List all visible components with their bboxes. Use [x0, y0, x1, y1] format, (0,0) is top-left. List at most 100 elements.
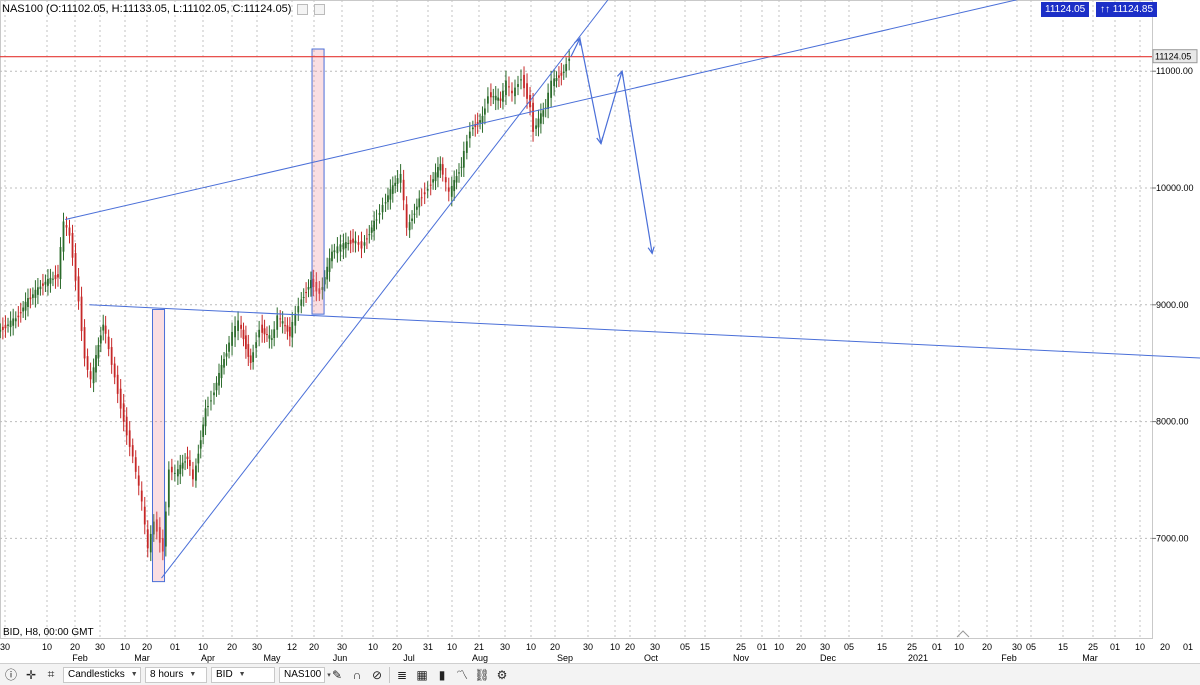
candle-body	[242, 329, 245, 340]
layout-grid-icon[interactable]: ▦	[414, 667, 430, 683]
magnet-icon[interactable]: ∩	[349, 667, 365, 683]
candle-body	[307, 286, 310, 290]
candle-body	[68, 227, 71, 236]
price-type-dropdown[interactable]: BID ▼	[211, 666, 275, 683]
price-label: 10000.00	[1156, 183, 1194, 193]
candle-body	[352, 238, 354, 243]
candle-body	[220, 364, 223, 379]
date-tick-label: 20	[309, 642, 319, 652]
candle-body	[465, 141, 468, 153]
candle-body	[54, 275, 57, 280]
legend-toggle-icon[interactable]	[297, 3, 309, 15]
candle-body	[17, 315, 20, 318]
legend-settings-icon[interactable]	[314, 3, 326, 15]
candle-body	[535, 125, 537, 129]
candle-body	[195, 465, 197, 481]
candle-body	[415, 206, 418, 210]
symbol-dropdown[interactable]: NAS100 ▾	[279, 666, 331, 683]
crop-icon[interactable]: ⌗	[43, 667, 59, 683]
price-label: 9000.00	[1156, 300, 1189, 310]
candle-body	[381, 204, 384, 213]
price-chart[interactable]: 11000.00 10000.00 9000.00 8000.00 7000.00 30 1…	[0, 0, 1200, 663]
ask-price-badge: ↑↑ 11124.85	[1096, 2, 1158, 17]
candle-body	[86, 356, 89, 370]
candle-body	[542, 110, 545, 117]
month-label: Sep	[557, 653, 573, 663]
chevron-down-icon: ▼	[189, 671, 197, 678]
candle-body	[568, 58, 571, 61]
month-label: Feb	[1001, 653, 1017, 663]
date-tick-label: 25	[736, 642, 746, 652]
candle-body	[333, 250, 336, 253]
candle-body	[263, 328, 266, 335]
candle-body	[444, 177, 447, 183]
price-label: 11000.00	[1156, 66, 1193, 76]
candle-body	[368, 234, 371, 236]
candle-body	[441, 164, 444, 175]
candle-body	[517, 84, 519, 87]
interval-dropdown[interactable]: 8 hours ▼	[145, 666, 207, 683]
date-tick-label: 01	[1183, 642, 1193, 652]
month-label: Dec	[820, 653, 837, 663]
candle-body	[204, 408, 207, 427]
candle-body	[218, 372, 220, 386]
candle-body	[391, 185, 394, 194]
candle-body	[288, 326, 291, 337]
candle-body	[270, 338, 273, 340]
date-tick-label: 20	[392, 642, 402, 652]
candle-body	[266, 334, 268, 336]
candle-body	[302, 297, 305, 299]
date-tick-label: 10	[368, 642, 378, 652]
link-icon[interactable]: ⛓	[474, 667, 490, 683]
candle-body	[39, 286, 42, 290]
candle-body	[291, 321, 294, 338]
candle-body	[249, 355, 252, 363]
indicators-icon[interactable]: ≣	[394, 667, 410, 683]
gear-icon[interactable]: ⚙	[494, 667, 510, 683]
candle-body	[273, 329, 276, 339]
candle-body	[149, 533, 152, 553]
highlight-box	[151, 308, 166, 583]
candle-body	[447, 187, 450, 192]
candle-body	[59, 247, 62, 280]
bar-chart-icon[interactable]: ▮	[434, 667, 450, 683]
candle-body	[481, 115, 484, 124]
candle-body	[37, 287, 39, 295]
chart-type-dropdown[interactable]: Candlesticks ▼	[63, 666, 141, 683]
candle-body	[499, 98, 502, 101]
candle-body	[455, 176, 458, 183]
candle-body	[370, 227, 373, 233]
pencil-icon[interactable]: ✎	[329, 667, 345, 683]
plot-frame	[0, 0, 1153, 639]
candle-body	[22, 307, 25, 312]
line-chart-icon[interactable]: 〽	[454, 667, 470, 683]
price-source-label: BID, H8, 00:00 GMT	[3, 627, 94, 638]
candle-body	[502, 90, 504, 102]
candle-body	[279, 318, 282, 320]
candle-body	[197, 453, 200, 464]
date-tick-label: 30	[650, 642, 660, 652]
candle-body	[29, 297, 32, 300]
candle-body	[107, 336, 110, 350]
candle-body	[297, 306, 300, 313]
date-tick-label: 01	[170, 642, 180, 652]
candle-body	[468, 131, 471, 139]
date-tick-label: 10	[120, 642, 130, 652]
candle-body	[89, 371, 92, 380]
candle-body	[261, 324, 264, 333]
candle-body	[492, 96, 495, 98]
info-icon[interactable]: ⓘ	[3, 667, 19, 683]
bid-price-badge: 11124.05	[1041, 2, 1090, 17]
candle-body	[411, 218, 413, 221]
date-tick-label: 10	[610, 642, 620, 652]
crosshair-icon[interactable]: ✛	[23, 667, 39, 683]
month-label: Nov	[733, 653, 750, 663]
candle-body	[437, 167, 439, 178]
hide-drawings-icon[interactable]: ⊘	[369, 667, 385, 683]
month-label: Jul	[403, 653, 415, 663]
ohlc-header: NAS100 (O:11102.05, H:11133.05, L:11102.…	[2, 3, 326, 15]
date-tick-label: 30	[337, 642, 347, 652]
candle-body	[49, 277, 52, 284]
candle-body	[247, 344, 250, 357]
chart-area[interactable]: 11000.00 10000.00 9000.00 8000.00 7000.00 30 1…	[0, 0, 1200, 663]
